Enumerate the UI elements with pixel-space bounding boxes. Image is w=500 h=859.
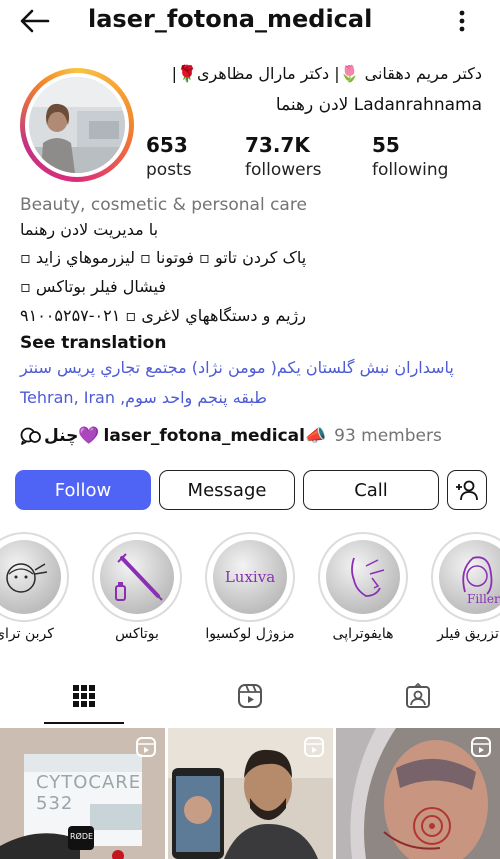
active-tab-indicator (44, 722, 124, 724)
profile-category: Beauty, cosmetic & personal care (20, 195, 307, 215)
grid-icon[interactable] (72, 684, 96, 708)
face-laser-icon (6, 563, 48, 593)
highlight-botox[interactable] (92, 532, 182, 622)
address-line-2[interactable]: طبقه پنجم واحد سوم, Tehran, Iran (20, 388, 267, 407)
highlight-luxiva[interactable]: Luxiva (205, 532, 295, 622)
profile-username: laser_fotona_medical (88, 5, 373, 33)
reel-badge-icon (304, 737, 324, 757)
back-arrow-icon[interactable] (18, 8, 52, 34)
following-label[interactable]: following (372, 160, 448, 180)
followers-label[interactable]: followers (245, 160, 321, 180)
face-profile-icon (351, 557, 385, 597)
highlight-cover (0, 540, 61, 614)
avatar-frame (25, 73, 129, 177)
posts-label[interactable]: posts (146, 160, 192, 180)
see-translation-link[interactable]: See translation (20, 333, 166, 353)
highlight-carbon-peel[interactable] (0, 532, 69, 622)
highlight-label: بوتاکس (115, 626, 159, 642)
post-caption-text: CYTOCARE 532 (36, 772, 142, 814)
bio-line: فیشال فیلر بوتاکس ▫ (20, 277, 167, 296)
highlight-cover: Luxiva (213, 540, 287, 614)
bio-name-line-2: Ladanrahnama لادن رهنما (275, 95, 482, 115)
follow-button[interactable]: Follow (15, 470, 151, 510)
bio-line: با مدیریت لادن رهنما (20, 220, 159, 239)
post-brand-text: RØDE (70, 832, 94, 841)
highlight-label: تزریق فیلر (437, 626, 499, 642)
highlight-label: هایفوتراپی (332, 626, 394, 642)
message-button[interactable]: Message (159, 470, 295, 510)
highlight-label: مزوژل لوکسیوا (205, 626, 295, 642)
highlight-cover-text: Luxiva (224, 568, 276, 586)
call-button[interactable]: Call (303, 470, 439, 510)
top-bar: laser_fotona_medical (0, 0, 500, 42)
syringe-icon (115, 553, 163, 601)
tagged-icon[interactable] (405, 683, 431, 709)
reels-icon[interactable] (237, 683, 263, 709)
highlight-hifu[interactable] (318, 532, 408, 622)
channel-prefix: چنل💜 (44, 426, 100, 446)
highlight-cover (326, 540, 400, 614)
profile-tabs (0, 672, 500, 726)
highlight-cover (100, 540, 174, 614)
avatar-image (29, 77, 125, 173)
bio-name-line-1: دکتر مریم دهقانی 🌷| دکتر مارال مظاهری🌹| (171, 64, 482, 83)
story-ring[interactable] (20, 68, 134, 182)
broadcast-channel[interactable]: چنل💜 laser_fotona_medical📣 93 members (20, 424, 442, 448)
post-thumbnail[interactable] (168, 728, 333, 859)
reel-badge-icon (136, 737, 156, 757)
add-person-icon (456, 480, 478, 501)
followers-count[interactable]: 73.7K (245, 133, 310, 157)
bio-line: رژیم و دستگاههاي لاغری ▫ ۰۲۱-۹۱۰۰۵۲۵۷ (20, 306, 306, 325)
posts-count[interactable]: 653 (146, 133, 188, 157)
avatar[interactable] (29, 77, 125, 173)
more-options-icon[interactable] (452, 8, 472, 34)
post-thumbnail[interactable]: CYTOCARE 532 RØDE (0, 728, 165, 859)
post-thumbnail[interactable] (336, 728, 500, 859)
channel-name: laser_fotona_medical📣 (103, 426, 327, 446)
channel-chat-icon (20, 427, 41, 445)
channel-members: 93 members (334, 426, 442, 446)
highlight-cover: Filler (439, 540, 500, 614)
suggested-accounts-button[interactable] (447, 470, 487, 510)
highlight-filler[interactable]: Filler (431, 532, 500, 622)
highlight-label: کربن ترای (0, 626, 54, 642)
highlight-cover-text: Filler (467, 592, 500, 606)
following-count[interactable]: 55 (372, 133, 400, 157)
reel-badge-icon (471, 737, 491, 757)
bio-line: پاک کردن تاتو ▫ فوتونا ▫ لیزرموهاي زايد … (20, 248, 307, 267)
address-line-1[interactable]: پاسداران نبش گلستان یکم( مومن نژاد) مجتم… (20, 358, 454, 377)
